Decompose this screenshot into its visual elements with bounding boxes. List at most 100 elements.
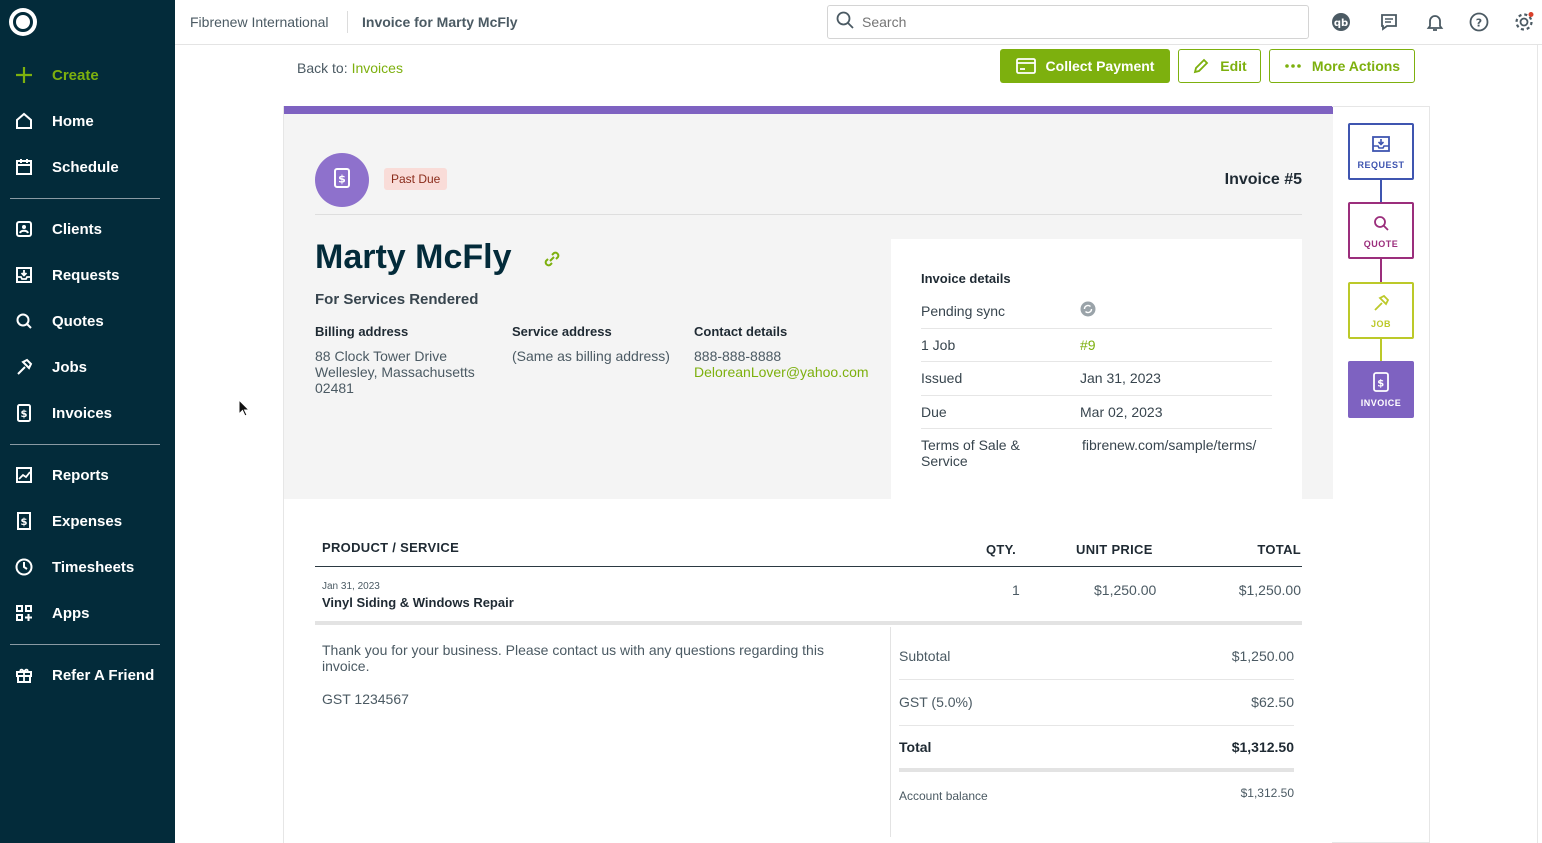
edit-button[interactable]: Edit bbox=[1178, 49, 1261, 83]
sidebar-item-apps[interactable]: Apps bbox=[12, 599, 162, 627]
invoice-number: Invoice #5 bbox=[1224, 171, 1302, 188]
collect-payment-button[interactable]: Collect Payment bbox=[1000, 49, 1170, 83]
gst-number: GST 1234567 bbox=[322, 691, 409, 707]
billing-line: Wellesley, Massachusetts bbox=[315, 364, 475, 380]
terms-label: Terms of Sale & Service bbox=[921, 437, 1020, 469]
contact-details: 888-888-8888 DeloreanLover@yahoo.com bbox=[694, 348, 869, 380]
total-value: $1,312.50 bbox=[1231, 739, 1294, 755]
back-invoices-link[interactable]: Invoices bbox=[352, 60, 403, 76]
workflow-step-quote[interactable]: QUOTE bbox=[1348, 202, 1414, 259]
more-actions-button[interactable]: More Actions bbox=[1269, 49, 1415, 83]
collect-payment-label: Collect Payment bbox=[1045, 58, 1155, 74]
chat-icon[interactable] bbox=[1377, 10, 1401, 34]
help-icon[interactable]: ? bbox=[1467, 10, 1491, 34]
terms-link[interactable]: fibrenew.com/sample/terms/ bbox=[1082, 437, 1256, 453]
invoice-icon: $ bbox=[332, 167, 352, 194]
back-navigation: Back to: Invoices bbox=[297, 60, 403, 76]
jobber-logo[interactable] bbox=[9, 8, 37, 36]
nav-divider bbox=[10, 198, 160, 199]
workflow-connector bbox=[1380, 339, 1382, 363]
sidebar-item-home[interactable]: Home bbox=[12, 107, 162, 135]
details-row-terms: Terms of Sale & Service fibrenew.com/sam… bbox=[921, 429, 1272, 479]
sidebar-item-quotes[interactable]: Quotes bbox=[12, 307, 162, 335]
line-item-date: Jan 31, 2023 bbox=[322, 581, 380, 592]
totals-divider bbox=[890, 627, 891, 837]
pencil-icon bbox=[1192, 57, 1210, 75]
status-badge: Past Due bbox=[384, 168, 448, 190]
more-dots-icon bbox=[1284, 63, 1302, 69]
invoice-details-heading: Invoice details bbox=[921, 271, 1011, 286]
breadcrumb-company[interactable]: Fibrenew International bbox=[190, 14, 329, 30]
apps-icon bbox=[12, 601, 36, 625]
subtotal-row: Subtotal $1,250.00 bbox=[899, 648, 1294, 664]
svg-text:qb: qb bbox=[1334, 18, 1348, 29]
invoice-icon: $ bbox=[1372, 371, 1390, 392]
sidebar-item-requests[interactable]: Requests bbox=[12, 261, 162, 289]
total-row: Total $1,312.50 bbox=[899, 739, 1294, 755]
line-item-total: $1,250.00 bbox=[1238, 582, 1301, 598]
totals-row-divider bbox=[899, 679, 1294, 680]
sidebar-item-label: Jobs bbox=[52, 358, 88, 376]
sidebar-item-reports[interactable]: Reports bbox=[12, 461, 162, 489]
table-header-divider bbox=[315, 566, 1302, 567]
link-icon[interactable] bbox=[542, 249, 562, 274]
column-header-qty: QTY. bbox=[986, 542, 1017, 557]
plus-icon bbox=[12, 63, 36, 87]
totals-row-divider bbox=[899, 725, 1294, 726]
sidebar-item-schedule[interactable]: Schedule bbox=[12, 153, 162, 181]
gst-label: GST (5.0%) bbox=[899, 694, 973, 710]
line-item-qty: 1 bbox=[1012, 582, 1020, 598]
workflow-step-request[interactable]: REQUEST bbox=[1348, 123, 1414, 180]
workflow-label: QUOTE bbox=[1363, 238, 1399, 249]
gst-value: $62.50 bbox=[1251, 694, 1294, 710]
credit-card-icon bbox=[1015, 58, 1036, 74]
workflow-step-invoice[interactable]: $ INVOICE bbox=[1348, 361, 1414, 418]
sidebar-item-clients[interactable]: Clients bbox=[12, 215, 162, 243]
workflow-label: JOB bbox=[1370, 318, 1391, 329]
svg-text:$: $ bbox=[21, 409, 28, 420]
sync-icon[interactable] bbox=[1080, 301, 1096, 320]
bell-icon[interactable] bbox=[1423, 10, 1447, 34]
svg-text:$: $ bbox=[21, 517, 28, 528]
request-icon bbox=[1371, 134, 1391, 154]
service-heading: Service address bbox=[512, 324, 612, 339]
billing-line: 88 Clock Tower Drive bbox=[315, 348, 448, 364]
column-header-total: TOTAL bbox=[1257, 542, 1301, 557]
account-balance-label: Account balance bbox=[899, 789, 988, 803]
nav-divider bbox=[10, 444, 160, 445]
sidebar: Create Home Schedule Clients Requests Qu… bbox=[0, 0, 175, 843]
sidebar-item-label: Timesheets bbox=[52, 558, 135, 576]
clock-icon bbox=[12, 555, 36, 579]
sidebar-item-create[interactable]: Create bbox=[12, 61, 162, 89]
sidebar-item-timesheets[interactable]: Timesheets bbox=[12, 553, 162, 581]
due-label: Due bbox=[921, 404, 947, 420]
home-icon bbox=[12, 109, 36, 133]
svg-text:$: $ bbox=[1377, 378, 1384, 389]
sidebar-item-label: Home bbox=[52, 112, 94, 130]
quickbooks-icon[interactable]: qb bbox=[1329, 10, 1353, 34]
sidebar-item-invoices[interactable]: $ Invoices bbox=[12, 399, 162, 427]
page-edge bbox=[1537, 45, 1538, 843]
job-link[interactable]: #9 bbox=[1080, 337, 1096, 353]
sidebar-item-jobs[interactable]: Jobs bbox=[12, 353, 162, 381]
edit-label: Edit bbox=[1220, 58, 1247, 74]
service-address: (Same as billing address) bbox=[512, 348, 670, 364]
sidebar-item-expenses[interactable]: $ Expenses bbox=[12, 507, 162, 535]
client-name[interactable]: Marty McFly bbox=[315, 238, 512, 277]
top-bar: Fibrenew International Invoice for Marty… bbox=[175, 0, 1542, 45]
gear-icon[interactable] bbox=[1512, 10, 1536, 34]
subtotal-value: $1,250.00 bbox=[1231, 648, 1294, 664]
line-item-name: Vinyl Siding & Windows Repair bbox=[322, 595, 514, 610]
sidebar-item-label: Expenses bbox=[52, 512, 123, 530]
reports-icon bbox=[12, 463, 36, 487]
sidebar-item-refer[interactable]: Refer A Friend bbox=[12, 661, 162, 689]
invoice-subtitle: For Services Rendered bbox=[315, 291, 479, 308]
contact-heading: Contact details bbox=[694, 324, 788, 339]
email-link[interactable]: DeloreanLover@yahoo.com bbox=[694, 364, 869, 380]
search-box[interactable] bbox=[827, 5, 1309, 39]
search-input[interactable] bbox=[862, 14, 1282, 30]
workflow-step-job[interactable]: JOB bbox=[1348, 282, 1414, 339]
workflow-label: INVOICE bbox=[1360, 397, 1402, 408]
sidebar-item-label: Refer A Friend bbox=[52, 666, 155, 684]
quote-icon bbox=[1371, 213, 1391, 233]
